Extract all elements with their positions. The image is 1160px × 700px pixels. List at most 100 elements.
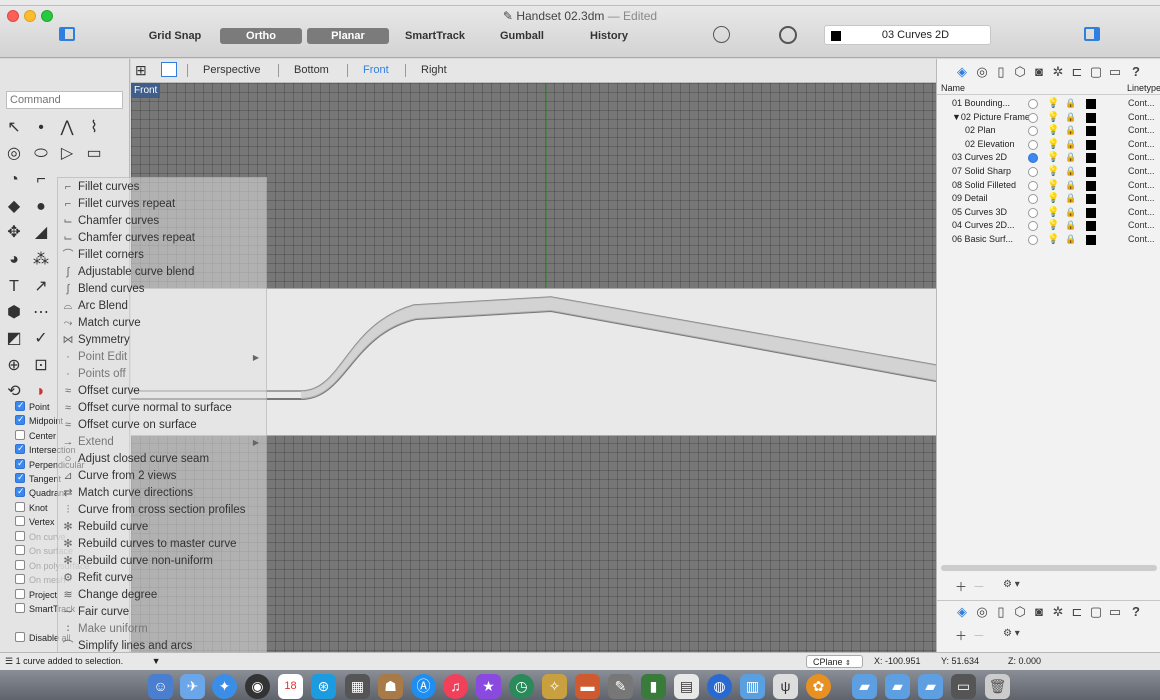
app-store-icon[interactable]: ⊛ [311, 674, 336, 699]
safari-icon[interactable]: ✦ [212, 674, 237, 699]
layer-linetype[interactable]: Cont... [1128, 233, 1155, 247]
render-tab-icon[interactable]: ▢ [1089, 65, 1103, 79]
smarttrack-button[interactable]: SmartTrack [400, 28, 470, 44]
osnap-target-icon[interactable] [779, 26, 797, 44]
tab-perspective[interactable]: Perspective [203, 64, 260, 76]
layer-color-swatch[interactable] [1086, 126, 1096, 137]
options-gear-icon[interactable]: ⚙ ▾ [1003, 628, 1020, 639]
visibility-bulb-icon[interactable]: 💡 [1047, 180, 1059, 191]
lock-icon[interactable]: 🔒 [1065, 180, 1076, 191]
fillet-icon[interactable]: ⌐ [30, 169, 52, 191]
menu-item-points-off[interactable]: · Points off [60, 366, 265, 383]
layer-linetype[interactable]: Cont... [1128, 165, 1155, 179]
layer-linetype[interactable]: Cont... [1128, 179, 1155, 193]
menu-item-adjust-seam[interactable]: ○ Adjust closed curve seam [60, 451, 265, 468]
polyline-icon[interactable]: ⋀ [56, 117, 78, 139]
flower-app-icon[interactable]: ✿ [806, 674, 831, 699]
layer-color-swatch[interactable] [1086, 221, 1096, 232]
arc-icon[interactable]: ◔ [3, 169, 25, 191]
current-layer-radio[interactable] [1028, 139, 1038, 150]
ellipse-icon[interactable]: ⬭ [30, 143, 52, 165]
help-tab-icon[interactable]: ? [1129, 65, 1143, 79]
align-icon[interactable]: ⋯ [30, 302, 52, 324]
layer-color-swatch[interactable] [1086, 153, 1096, 164]
menu-item-blend-curves[interactable]: ∫ Blend curves [60, 281, 265, 298]
materials-tab-icon[interactable]: ⬡ [1013, 605, 1027, 619]
layer-color-swatch[interactable] [1086, 180, 1096, 191]
properties-tab-icon[interactable]: ◎ [975, 65, 989, 79]
downloads-folder-icon[interactable]: ▰ [918, 674, 943, 699]
lock-icon[interactable]: 🔒 [1065, 193, 1076, 204]
menu-item-change-degree[interactable]: ≋ Change degree [60, 587, 265, 604]
layer-linetype[interactable]: Cont... [1128, 219, 1155, 233]
menu-item-offset-curve[interactable]: ≈ Offset curve [60, 383, 265, 400]
analyze-icon[interactable]: ◩ [3, 328, 25, 350]
star-app-icon[interactable]: ★ [476, 674, 501, 699]
single-viewport-icon[interactable] [161, 62, 177, 77]
transform-icon[interactable]: ✥ [3, 222, 25, 244]
lock-icon[interactable]: 🔒 [1065, 220, 1076, 231]
record-history-icon[interactable] [713, 26, 730, 43]
lock-icon[interactable]: 🔒 [1065, 98, 1076, 109]
rhino-app-icon[interactable]: ψ [773, 674, 798, 699]
curve-icon[interactable]: ⌇ [83, 117, 105, 139]
menu-item-extend[interactable]: → Extend ▶ [60, 434, 265, 451]
visibility-bulb-icon[interactable]: 💡 [1047, 139, 1059, 150]
current-layer-radio[interactable] [1028, 112, 1038, 123]
right-sidebar-toggle-icon[interactable] [1084, 27, 1100, 41]
music-icon[interactable]: ♫ [443, 674, 468, 699]
time-machine-icon[interactable]: ◷ [509, 674, 534, 699]
viewport-name-label[interactable]: Front [131, 83, 161, 98]
points-icon[interactable]: ⁂ [30, 249, 52, 271]
pen-icon[interactable]: ✎ [608, 674, 633, 699]
layer-row[interactable]: 06 Basic Surf... 💡 🔒 Cont... [937, 233, 1160, 247]
menu-item-arc-blend[interactable]: ⌓ Arc Blend [60, 298, 265, 315]
visibility-bulb-icon[interactable]: 💡 [1047, 112, 1059, 123]
select-arrow-icon[interactable]: ↖ [3, 117, 25, 139]
tab-right[interactable]: Right [421, 64, 447, 76]
sphere-icon[interactable]: ● [30, 196, 52, 218]
osnap-vertex[interactable]: Vertex [15, 516, 55, 529]
menu-item-make-uniform[interactable]: ∶ Make uniform [60, 621, 265, 638]
list-icon[interactable]: ☰ [5, 656, 16, 666]
menu-item-curve-from-2-views[interactable]: ⊿ Curve from 2 views [60, 468, 265, 485]
camera-app-icon[interactable]: ◉ [245, 674, 270, 699]
dimensions-tab-icon[interactable]: ⊏ [1070, 605, 1084, 619]
layer-color-swatch[interactable] [1086, 139, 1096, 150]
layer-row[interactable]: 03 Curves 2D 💡 🔒 Cont... [937, 151, 1160, 165]
history-button[interactable]: History [580, 28, 638, 44]
layer-linetype[interactable]: Cont... [1128, 124, 1155, 138]
visibility-bulb-icon[interactable]: 💡 [1047, 234, 1059, 245]
expand-history-icon[interactable]: ▼ [152, 656, 161, 666]
lock-icon[interactable]: 🔒 [1065, 112, 1076, 123]
text-icon[interactable]: T [3, 276, 25, 298]
solid-icon[interactable]: ⬢ [3, 302, 25, 324]
layer-linetype[interactable]: Cont... [1128, 138, 1155, 152]
osnap-project[interactable]: Project [15, 589, 57, 602]
layers-tab-icon[interactable]: ◈ [955, 605, 969, 619]
menu-item-point-edit[interactable]: · Point Edit ▶ [60, 349, 265, 366]
render-icon[interactable]: ◗ [30, 381, 52, 403]
menu-item-rebuild-curve[interactable]: ✻ Rebuild curve [60, 519, 265, 536]
menu-item-fair-curve[interactable]: ∼ Fair curve [60, 604, 265, 621]
remove-layer-icon[interactable]: － [973, 578, 985, 595]
add-layer-icon[interactable]: ＋ [955, 578, 967, 595]
menu-item-fillet-curves[interactable]: ⌐ Fillet curves [60, 179, 265, 196]
presentation-icon[interactable]: ▬ [575, 674, 600, 699]
remove-item-icon[interactable]: － [973, 627, 985, 644]
rectangle-icon[interactable]: ▭ [83, 143, 105, 165]
grid-snap-button[interactable]: Grid Snap [140, 28, 210, 44]
screenshot-icon[interactable]: ▤ [674, 674, 699, 699]
menu-item-match-directions[interactable]: ⇄ Match curve directions [60, 485, 265, 502]
help-tab-icon[interactable]: ? [1129, 605, 1143, 619]
notes-tab-icon[interactable]: ▯ [994, 605, 1008, 619]
menu-item-offset-curve-normal[interactable]: ≈ Offset curve normal to surface [60, 400, 265, 417]
lights-tab-icon[interactable]: ✲ [1051, 605, 1065, 619]
stack-icon[interactable]: ▭ [951, 674, 976, 699]
menu-item-adjustable-curve-blend[interactable]: ∫ Adjustable curve blend [60, 264, 265, 281]
layer-color-swatch[interactable] [1086, 99, 1096, 109]
four-viewports-icon[interactable]: ⊞ [135, 62, 147, 79]
current-layer-radio[interactable] [1028, 207, 1038, 218]
current-layer-selector[interactable]: 03 Curves 2D [824, 25, 991, 45]
menu-item-chamfer-curves[interactable]: ⌙ Chamfer curves [60, 213, 265, 230]
